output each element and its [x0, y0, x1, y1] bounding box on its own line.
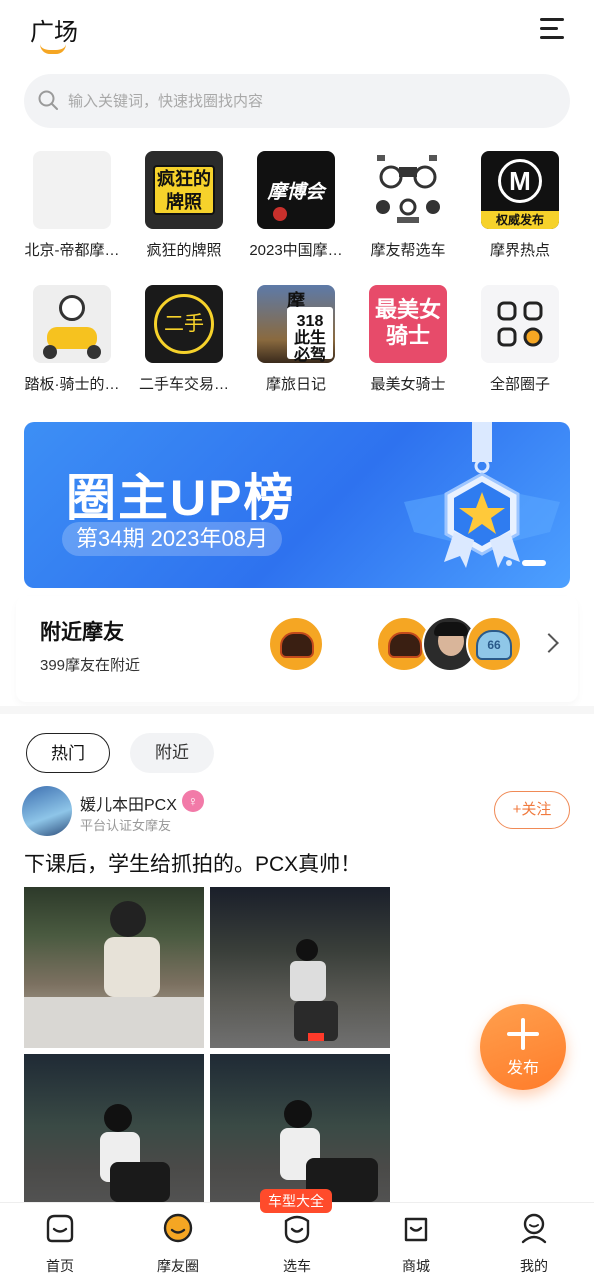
expo-graphic: 摩博会 [267, 182, 325, 203]
menu-icon[interactable] [540, 18, 564, 40]
circle-item-crazy-plate[interactable]: 疯狂的牌照 疯狂的牌照 [129, 151, 239, 260]
search-icon [38, 90, 58, 110]
model-catalog-badge[interactable]: 车型大全 [260, 1189, 332, 1213]
nav-home[interactable]: 首页 [20, 1211, 100, 1276]
circle-item-used-trade[interactable]: 二手 二手车交易… [129, 285, 239, 394]
circle-label: 摩旅日记 [265, 376, 326, 393]
plus-icon [507, 1018, 539, 1050]
nav-select-car[interactable]: 选车 [257, 1211, 337, 1276]
nav-label: 商城 [402, 1258, 430, 1274]
nearby-count: 399摩友在附近 [40, 657, 141, 674]
circle-label: 2023中国摩… [249, 242, 343, 259]
circle-thumb: 二手 [145, 285, 223, 363]
post-photo[interactable] [24, 1054, 204, 1215]
circle-label: 疯狂的牌照 [146, 242, 222, 259]
nav-profile[interactable]: 我的 [494, 1211, 574, 1276]
tab-nearby[interactable]: 附近 [130, 733, 214, 773]
nav-moyou-circle[interactable]: 摩友圈 [138, 1211, 218, 1276]
circle-item-scooter-knight[interactable]: 踏板·骑士的… [17, 285, 127, 394]
nav-label: 摩友圈 [157, 1258, 199, 1274]
profile-icon [521, 1213, 547, 1244]
route-318-sign: 318 此生 必驾 [287, 307, 333, 363]
nav-shop[interactable]: 商城 [376, 1211, 456, 1276]
header: 广场 [0, 0, 594, 60]
circle-item-travel-diary[interactable]: 摩旅 318此生必驾 摩旅日记 [241, 285, 351, 394]
used-logo-icon: 二手 [154, 294, 214, 354]
bottom-nav: 首页 摩友圈 选车 商城 我的 [0, 1202, 594, 1280]
circle-thumb: 摩旅 318此生必驾 [257, 285, 335, 363]
circle-thumb [369, 151, 447, 229]
author-tag: 平台认证女摩友 [80, 818, 172, 833]
circle-thumb: 最美女骑士 [369, 285, 447, 363]
title-underline [40, 44, 66, 54]
plate-graphic: 疯狂的牌照 [153, 165, 215, 215]
circle-label: 踏板·骑士的… [24, 376, 120, 393]
female-icon: ♀ [182, 790, 204, 812]
moyou-circle-icon [163, 1213, 193, 1243]
post-photo[interactable] [210, 887, 390, 1048]
search-input[interactable] [68, 84, 548, 118]
banner-carousel[interactable]: 圈主UP榜 第34期 2023年08月 [24, 422, 570, 588]
carousel-dot [506, 559, 512, 566]
circle-label: 摩友帮选车 [370, 242, 446, 259]
banner-subtitle: 第34期 2023年08月 [62, 522, 282, 556]
home-icon [46, 1214, 74, 1243]
page-title: 广场 [30, 19, 78, 46]
circle-thumb [33, 151, 111, 229]
post-text[interactable]: 下课后，学生给抓拍的。PCX真帅！ [24, 848, 361, 878]
follow-button[interactable]: +关注 [494, 791, 570, 829]
circle-item-beijing[interactable]: 北京-帝都摩… [17, 151, 127, 260]
m-logo-icon: M [498, 159, 542, 203]
author-avatar[interactable] [22, 786, 72, 836]
avatar: 66 [466, 616, 522, 672]
post-photo[interactable] [24, 887, 204, 1048]
avatar [268, 616, 324, 672]
circle-thumb: 摩博会 [257, 151, 335, 229]
search-bar[interactable] [24, 74, 570, 128]
select-car-icon [284, 1215, 310, 1244]
circle-label: 摩界热点 [489, 242, 550, 259]
nav-label: 首页 [46, 1258, 74, 1274]
lady-rider-graphic: 最美女骑士 [375, 297, 442, 348]
chevron-right-icon[interactable] [539, 633, 559, 653]
circle-thumb: M 权威发布 [481, 151, 559, 229]
publish-label: 发布 [506, 1060, 539, 1077]
circle-label: 北京-帝都摩… [24, 242, 120, 259]
tab-hot[interactable]: 热门 [26, 733, 110, 773]
circle-item-all-circles[interactable]: 全部圈子 [465, 285, 575, 394]
circle-item-moto-expo[interactable]: 摩博会 2023中国摩… [241, 151, 351, 260]
carousel-dot-active [522, 559, 546, 566]
banner-title: 圈主UP榜 [66, 470, 296, 526]
section-divider [0, 706, 594, 714]
circle-thumb: 疯狂的牌照 [145, 151, 223, 229]
motorcycle-parts-icon [376, 155, 440, 223]
shop-bag-icon [404, 1217, 428, 1242]
circle-item-moto-hot[interactable]: M 权威发布 摩界热点 [465, 151, 575, 260]
circle-label: 全部圈子 [489, 376, 550, 393]
nav-label: 我的 [520, 1258, 548, 1274]
official-ribbon: 权威发布 [481, 211, 559, 229]
publish-button[interactable]: 发布 [480, 1004, 566, 1090]
circle-item-lady-rider[interactable]: 最美女骑士 最美女骑士 [353, 285, 463, 394]
circle-label: 二手车交易… [138, 376, 229, 393]
nav-label: 选车 [283, 1258, 311, 1274]
circle-label: 最美女骑士 [370, 376, 446, 393]
nearby-title: 附近摩友 [40, 621, 124, 644]
circle-thumb [481, 285, 559, 363]
astronaut-icon [59, 295, 85, 321]
grid-apps-icon [497, 301, 543, 347]
author-name[interactable]: 媛儿本田PCX [80, 791, 177, 815]
carousel-dots [506, 554, 546, 572]
nearby-riders-card[interactable]: 附近摩友 399摩友在附近 66 [16, 596, 578, 702]
circle-item-choose-bike[interactable]: 摩友帮选车 [353, 151, 463, 260]
circle-thumb [33, 285, 111, 363]
